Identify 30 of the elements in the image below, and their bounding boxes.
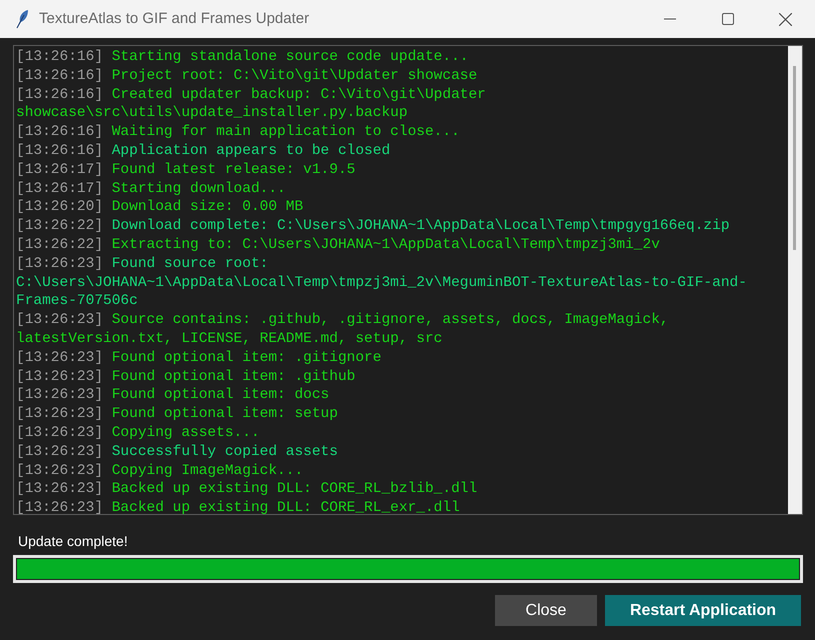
log-line: [13:26:23] Found optional item: .github: [16, 368, 356, 386]
scrollbar[interactable]: [788, 46, 802, 514]
log-line: [13:26:23] Copying ImageMagick...: [16, 462, 304, 480]
maximize-icon[interactable]: [722, 13, 734, 25]
log-line: [13:26:16] Project root: C:\Vito\git\Updater showcase: [16, 66, 478, 86]
close-button[interactable]: Close: [495, 595, 597, 626]
log-line: [13:26:23] Backed up existing DLL: CORE_RL_bzlib_.dll: [16, 480, 478, 500]
scrollbar-thumb[interactable]: [793, 66, 796, 250]
log-line: [13:26:23] Found source root: C:\Users\JOHANA~1\AppData\Local\Temp\tmpzj3mi_2v\MeguminBOT-TextureAtlas-to-GIF-and-Frames-707506c: [16, 254, 748, 312]
log-line: [13:26:23] Backed up existing DLL: CORE_RL_exr_.dll: [16, 499, 461, 514]
status-text: Update complete!: [18, 532, 129, 550]
log-line: [13:26:22] Download complete: C:\Users\JOHANA~1\AppData\Local\Temp\tmpgyg166eq.zip: [16, 217, 731, 236]
window-title: TextureAtlas to GIF and Frames Updater: [39, 8, 310, 29]
log-line: [13:26:16] Starting standalone source code update...: [16, 48, 470, 67]
close-icon[interactable]: [779, 12, 792, 26]
restart-button[interactable]: Restart Application: [605, 595, 801, 626]
log-line: [13:26:16] Application appears to be closed: [16, 142, 392, 161]
log-line: [13:26:17] Starting download...: [16, 180, 287, 198]
log-line: [13:26:16] Waiting for main application to close...: [16, 123, 461, 142]
feather-icon: [15, 9, 29, 29]
log-line: [13:26:23] Found optional item: docs: [16, 386, 330, 406]
log-line: [13:26:16] Created updater backup: C:\Vito\git\Updater showcase\src\utils\update_installer.py.backup: [16, 86, 487, 124]
log-line: [13:26:23] Found optional item: .gitignore: [16, 348, 382, 368]
log-line: [13:26:20] Download size: 0.00 MB: [16, 198, 304, 218]
log-line: [13:26:22] Extracting to: C:\Users\JOHANA~1\AppData\Local\Temp\tmpzj3mi_2v: [16, 236, 661, 255]
log-line: [13:26:23] Source contains: .github, .gitignore, assets, docs, ImageMagick, latestVersion.txt, LICENSE, README.md, setup, src: [16, 311, 670, 349]
log-line: [13:26:23] Copying assets...: [16, 424, 261, 443]
log-line: [13:26:17] Found latest release: v1.9.5: [16, 160, 356, 180]
log-line: [13:26:23] Found optional item: setup: [16, 405, 339, 424]
log-line: [13:26:23] Successfully copied assets: [16, 442, 339, 462]
